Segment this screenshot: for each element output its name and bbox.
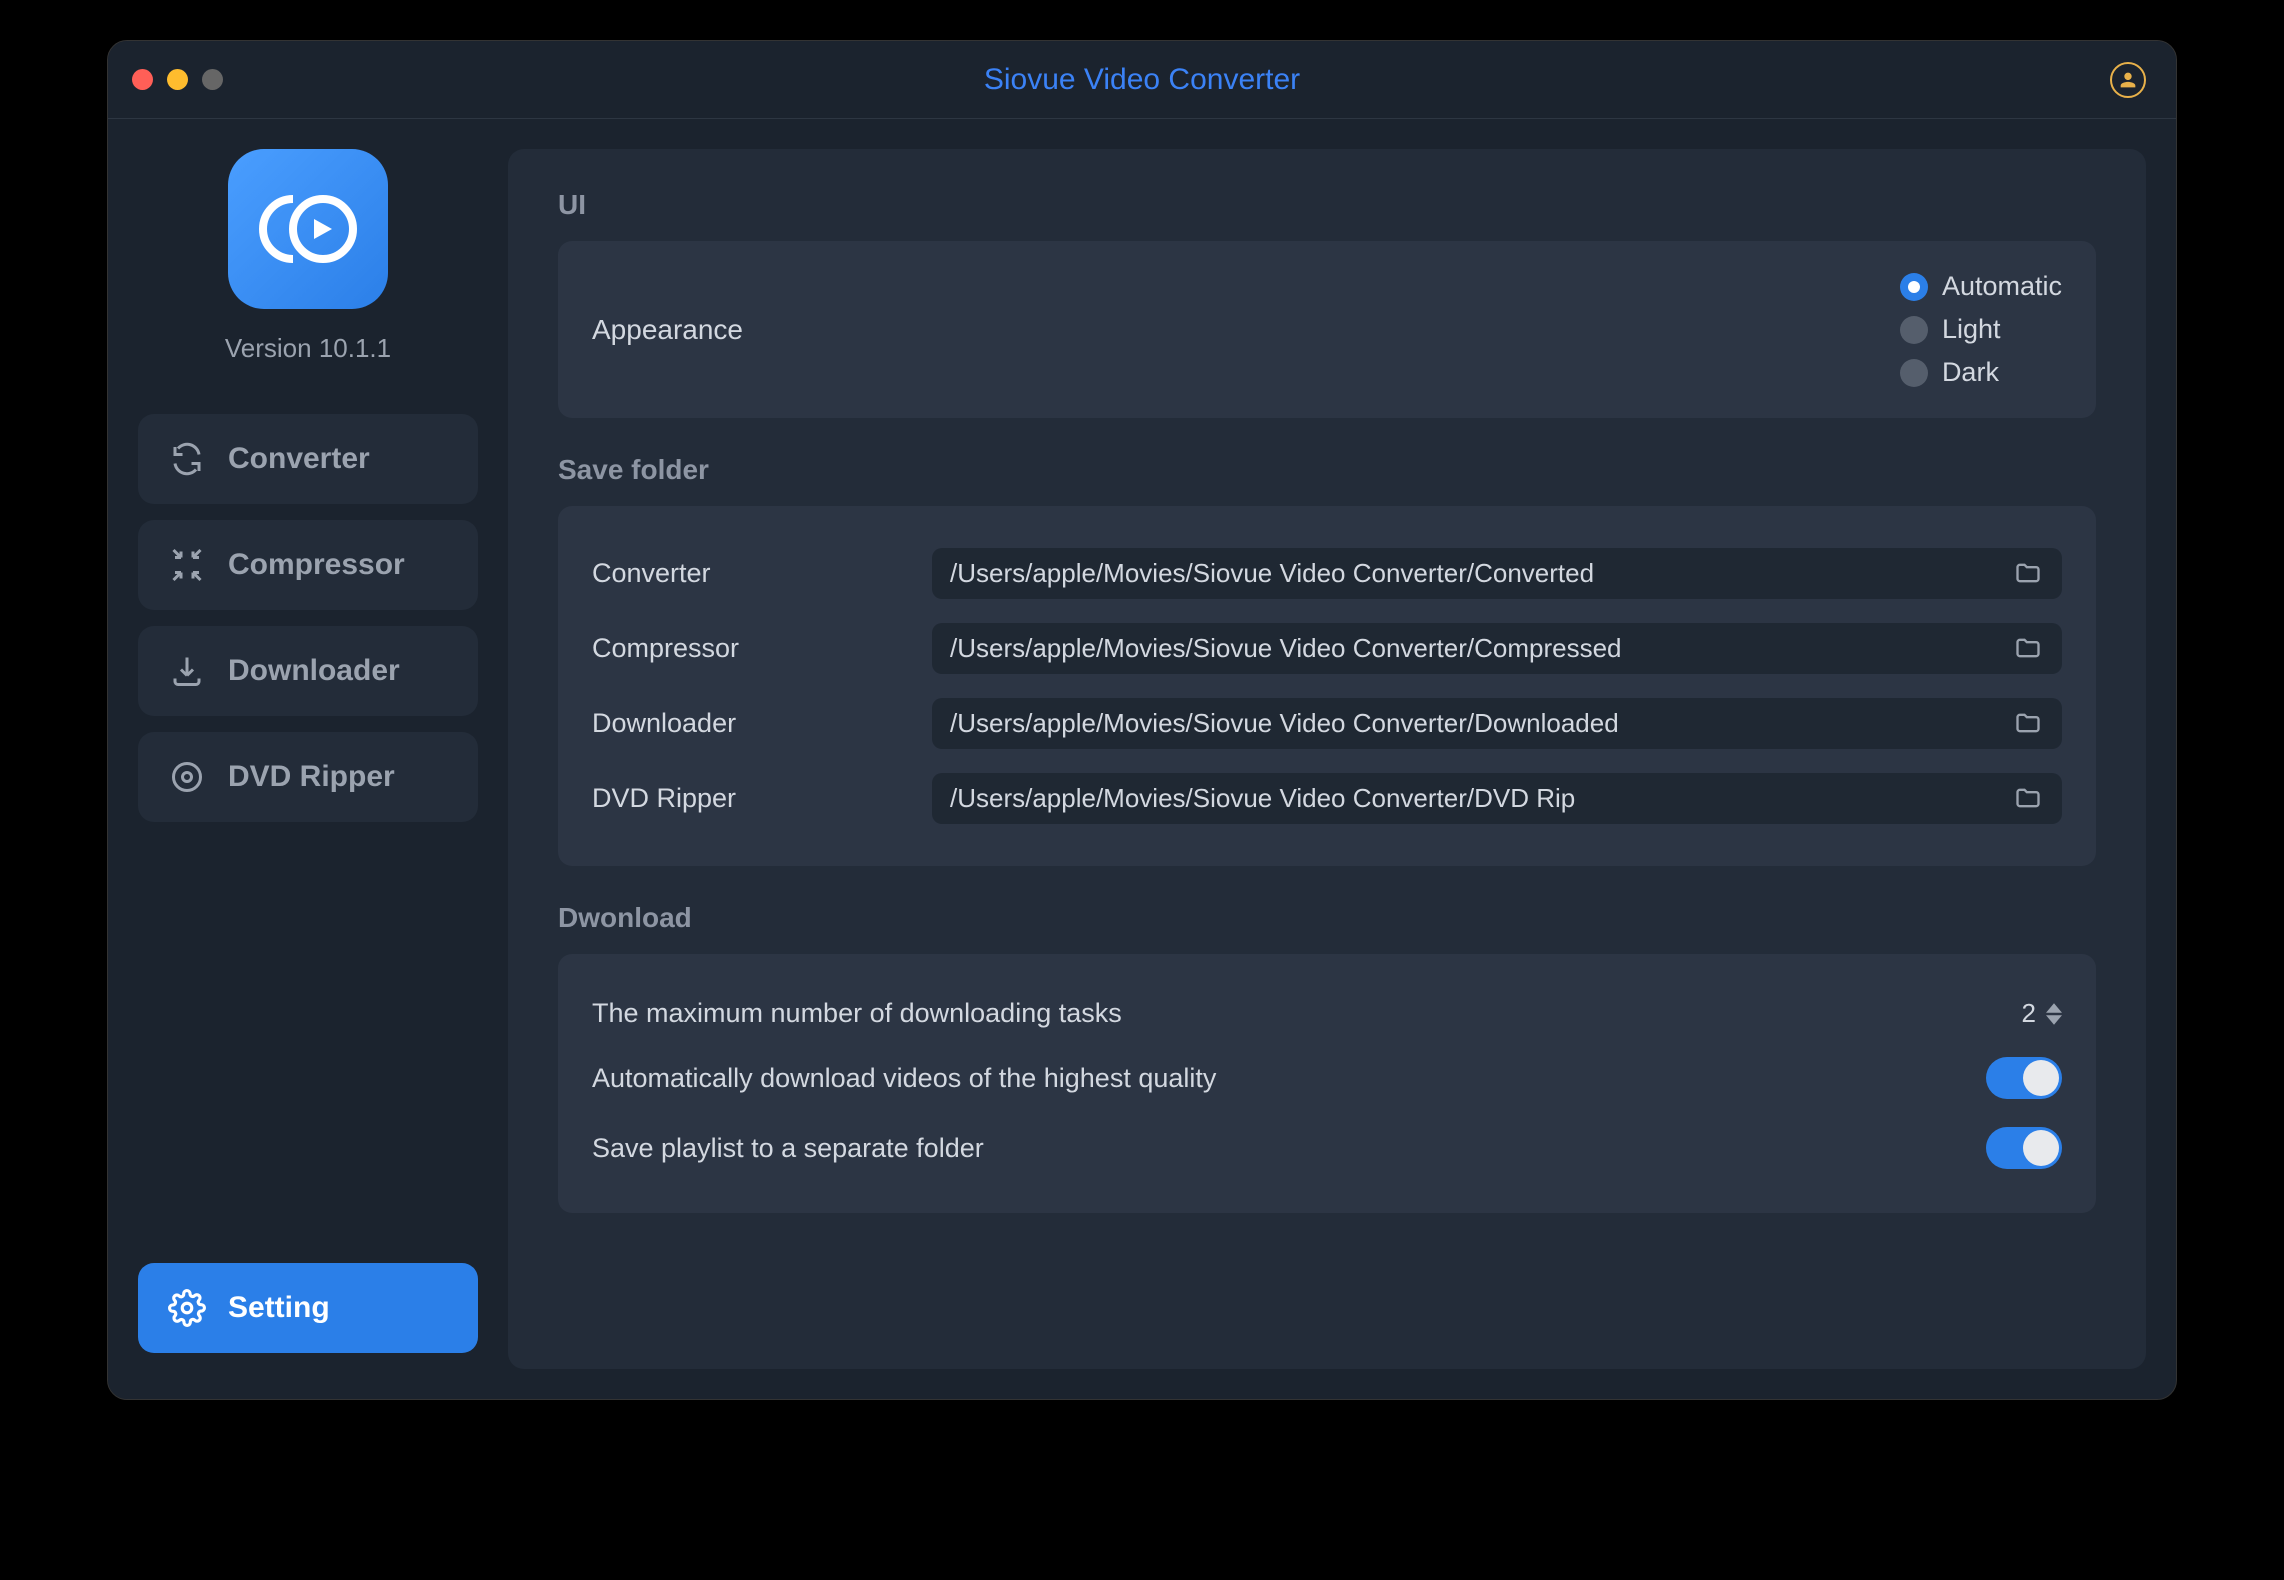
converter-icon (166, 438, 208, 480)
stepper-arrows-icon (2046, 1003, 2062, 1025)
appearance-option-light[interactable]: Light (1900, 314, 2062, 345)
max-tasks-stepper[interactable]: 2 (2022, 998, 2062, 1029)
nav-label: Compressor (228, 548, 405, 582)
sidebar-item-compressor[interactable]: Compressor (138, 520, 478, 610)
download-section-card: The maximum number of downloading tasks … (558, 954, 2096, 1213)
appearance-radio-group: Automatic Light Dark (1900, 271, 2062, 388)
dvd-ripper-icon (166, 756, 208, 798)
radio-label: Light (1942, 314, 2001, 345)
save-folder-section-card: Converter /Users/apple/Movies/Siovue Vid… (558, 506, 2096, 866)
folder-label: Converter (592, 558, 912, 589)
folder-browse-icon[interactable] (2014, 784, 2044, 814)
auto-hq-row: Automatically download videos of the hig… (592, 1043, 2062, 1113)
folder-path-input[interactable]: /Users/apple/Movies/Siovue Video Convert… (932, 773, 2062, 824)
sidebar-item-setting[interactable]: Setting (138, 1263, 478, 1353)
playlist-folder-toggle[interactable] (1986, 1127, 2062, 1169)
folder-row-compressor: Compressor /Users/apple/Movies/Siovue Vi… (592, 611, 2062, 686)
folder-label: Compressor (592, 633, 912, 664)
folder-path-text: /Users/apple/Movies/Siovue Video Convert… (950, 558, 1594, 589)
max-tasks-row: The maximum number of downloading tasks … (592, 984, 2062, 1043)
compressor-icon (166, 544, 208, 586)
minimize-window-button[interactable] (167, 69, 188, 90)
folder-path-text: /Users/apple/Movies/Siovue Video Convert… (950, 633, 1622, 664)
maximize-window-button[interactable] (202, 69, 223, 90)
app-logo (228, 149, 388, 309)
close-window-button[interactable] (132, 69, 153, 90)
folder-path-text: /Users/apple/Movies/Siovue Video Convert… (950, 783, 1575, 814)
content-area: UI Appearance Automatic Light (508, 119, 2176, 1399)
appearance-option-dark[interactable]: Dark (1900, 357, 2062, 388)
stepper-value: 2 (2022, 998, 2036, 1029)
ui-section-card: Appearance Automatic Light (558, 241, 2096, 418)
folder-row-dvd-ripper: DVD Ripper /Users/apple/Movies/Siovue Vi… (592, 761, 2062, 836)
save-folder-section-label: Save folder (558, 454, 2096, 486)
playlist-folder-row: Save playlist to a separate folder (592, 1113, 2062, 1183)
settings-panel: UI Appearance Automatic Light (508, 149, 2146, 1369)
nav-label: Downloader (228, 654, 400, 688)
radio-icon (1900, 273, 1928, 301)
version-label: Version 10.1.1 (225, 333, 391, 364)
traffic-lights (108, 69, 223, 90)
app-logo-section: Version 10.1.1 (138, 149, 478, 364)
folder-label: Downloader (592, 708, 912, 739)
titlebar: Siovue Video Converter (108, 41, 2176, 119)
folder-path-input[interactable]: /Users/apple/Movies/Siovue Video Convert… (932, 698, 2062, 749)
radio-label: Automatic (1942, 271, 2062, 302)
download-section-label: Dwonload (558, 902, 2096, 934)
folder-row-converter: Converter /Users/apple/Movies/Siovue Vid… (592, 536, 2062, 611)
folder-label: DVD Ripper (592, 783, 912, 814)
radio-label: Dark (1942, 357, 1999, 388)
sidebar-item-downloader[interactable]: Downloader (138, 626, 478, 716)
ui-section-label: UI (558, 189, 2096, 221)
folder-row-downloader: Downloader /Users/apple/Movies/Siovue Vi… (592, 686, 2062, 761)
app-window: Siovue Video Converter Version 10.1.1 (107, 40, 2177, 1400)
user-icon (2117, 69, 2139, 91)
sidebar-item-dvd-ripper[interactable]: DVD Ripper (138, 732, 478, 822)
sidebar-item-converter[interactable]: Converter (138, 414, 478, 504)
window-title: Siovue Video Converter (984, 63, 1300, 97)
appearance-option-automatic[interactable]: Automatic (1900, 271, 2062, 302)
folder-browse-icon[interactable] (2014, 559, 2044, 589)
auto-hq-label: Automatically download videos of the hig… (592, 1063, 1216, 1094)
downloader-icon (166, 650, 208, 692)
nav-label: Converter (228, 442, 370, 476)
nav-label: Setting (228, 1291, 330, 1325)
max-tasks-label: The maximum number of downloading tasks (592, 998, 1122, 1029)
nav-label: DVD Ripper (228, 760, 395, 794)
radio-icon (1900, 359, 1928, 387)
auto-hq-toggle[interactable] (1986, 1057, 2062, 1099)
playlist-folder-label: Save playlist to a separate folder (592, 1133, 984, 1164)
app-logo-icon (258, 179, 358, 279)
folder-path-input[interactable]: /Users/apple/Movies/Siovue Video Convert… (932, 548, 2062, 599)
sidebar: Version 10.1.1 Converter Compressor Down… (108, 119, 508, 1399)
radio-icon (1900, 316, 1928, 344)
appearance-label: Appearance (592, 314, 743, 346)
setting-icon (166, 1287, 208, 1329)
folder-browse-icon[interactable] (2014, 709, 2044, 739)
folder-path-text: /Users/apple/Movies/Siovue Video Convert… (950, 708, 1619, 739)
app-body: Version 10.1.1 Converter Compressor Down… (108, 119, 2176, 1399)
folder-browse-icon[interactable] (2014, 634, 2044, 664)
user-account-button[interactable] (2110, 62, 2146, 98)
folder-path-input[interactable]: /Users/apple/Movies/Siovue Video Convert… (932, 623, 2062, 674)
appearance-row: Appearance Automatic Light (592, 271, 2062, 388)
